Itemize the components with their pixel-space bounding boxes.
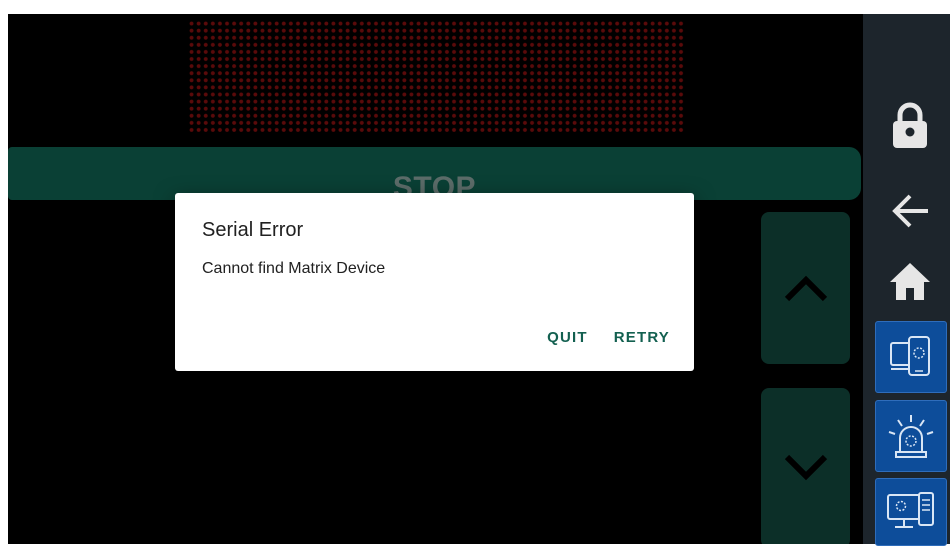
dialog-actions: QUIT RETRY	[547, 329, 670, 346]
down-button[interactable]	[761, 388, 850, 544]
dialog-message: Cannot find Matrix Device	[202, 260, 386, 277]
up-button[interactable]	[761, 212, 850, 364]
device-sync-button[interactable]	[875, 321, 947, 393]
led-matrix-display	[188, 20, 685, 132]
serial-error-dialog: Serial Error Cannot find Matrix Device Q…	[175, 193, 694, 371]
home-button[interactable]	[875, 246, 945, 316]
lock-button[interactable]	[875, 90, 945, 160]
quit-button[interactable]: QUIT	[547, 329, 588, 346]
chevron-down-icon	[784, 454, 827, 481]
chevron-up-icon	[784, 275, 827, 302]
device-sync-icon	[890, 336, 930, 376]
computer-display-icon	[887, 492, 934, 528]
alarm-beacon-button[interactable]	[875, 400, 947, 472]
back-button[interactable]	[875, 176, 945, 246]
back-arrow-icon	[892, 194, 928, 228]
retry-button[interactable]: RETRY	[614, 329, 670, 346]
home-icon	[890, 263, 930, 300]
lock-icon	[893, 102, 927, 148]
computer-display-button[interactable]	[875, 478, 947, 546]
sidebar	[863, 14, 950, 546]
dialog-title: Serial Error	[202, 219, 304, 241]
alarm-beacon-icon	[888, 415, 934, 458]
